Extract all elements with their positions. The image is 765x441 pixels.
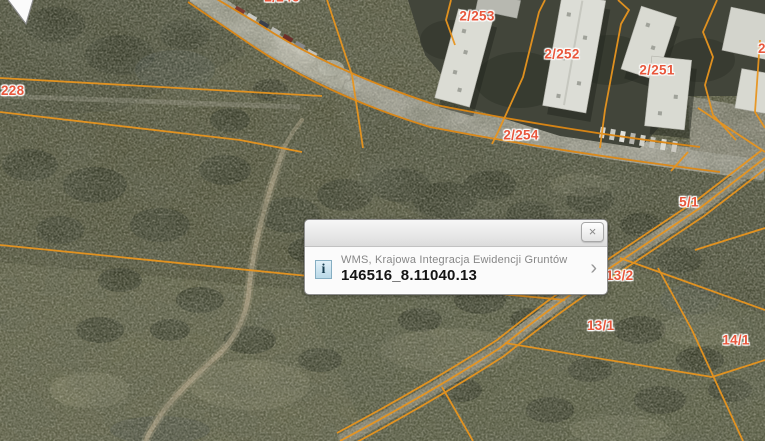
parcel-label-13-2: 13/2 bbox=[606, 268, 633, 283]
parcel-label-2-252: 2/252 bbox=[544, 47, 579, 62]
parcel-label-13-1: 13/1 bbox=[587, 318, 614, 333]
map-canvas[interactable]: 228 2/246 2/253 2/252 2/251 2/254 5/1 13… bbox=[0, 0, 765, 441]
parcel-label-edge-partial: 2 bbox=[758, 41, 765, 56]
popup-feature-row[interactable]: i WMS, Krajowa Integracja Ewidencji Grun… bbox=[305, 247, 607, 292]
parcel-label-2-246: 2/246 bbox=[264, 0, 299, 5]
close-icon: × bbox=[589, 224, 597, 239]
parcel-label-228: 228 bbox=[1, 83, 24, 98]
popup-header: × bbox=[305, 220, 607, 247]
parcel-label-2-251: 2/251 bbox=[639, 63, 674, 78]
feature-popup: × i WMS, Krajowa Integracja Ewidencji Gr… bbox=[304, 219, 608, 295]
expand-chevron-icon[interactable]: › bbox=[590, 258, 599, 280]
parcel-id-text: 146516_8.11040.13 bbox=[341, 267, 567, 284]
wms-source-text: WMS, Krajowa Integracja Ewidencji Gruntó… bbox=[341, 254, 567, 266]
parcel-label-2-253: 2/253 bbox=[459, 9, 494, 24]
parcel-label-2-254: 2/254 bbox=[503, 128, 538, 143]
popup-tail bbox=[0, 0, 40, 28]
parcel-label-5-1: 5/1 bbox=[679, 195, 699, 210]
close-button[interactable]: × bbox=[581, 222, 604, 242]
info-icon: i bbox=[315, 260, 332, 279]
parcel-label-14-1: 14/1 bbox=[722, 333, 749, 348]
